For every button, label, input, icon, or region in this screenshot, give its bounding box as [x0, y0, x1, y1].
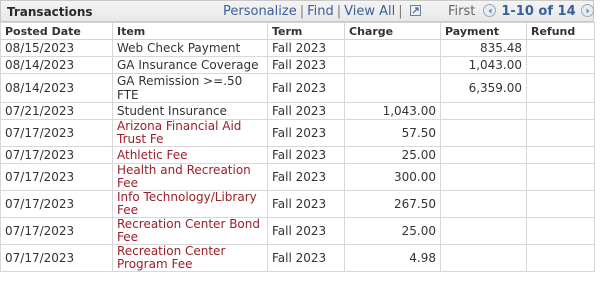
- payment-cell: [440, 163, 527, 191]
- item-link[interactable]: Recreation Center Program Fee: [112, 244, 268, 272]
- payment-cell: [440, 146, 527, 164]
- term-cell: Fall 2023: [267, 190, 345, 218]
- table-row: 08/14/2023 GA Insurance Coverage Fall 20…: [0, 56, 595, 74]
- first-link[interactable]: First: [448, 4, 475, 19]
- posted-date-cell: 08/14/2023: [0, 56, 113, 74]
- posted-date-cell: 08/14/2023: [0, 73, 113, 103]
- charge-cell: 267.50: [344, 190, 441, 218]
- posted-date-cell: 07/17/2023: [0, 146, 113, 164]
- table-row: 07/17/2023 Info Technology/Library Fee F…: [0, 190, 595, 218]
- term-cell: Fall 2023: [267, 217, 345, 245]
- item-cell: GA Remission >=.50 FTE: [112, 73, 268, 103]
- charge-cell: 4.98: [344, 244, 441, 272]
- payment-cell: [440, 119, 527, 147]
- refund-cell: [526, 119, 595, 147]
- payment-cell: 835.48: [440, 39, 527, 57]
- find-link[interactable]: Find: [307, 4, 334, 19]
- grid-toolbar-links: Personalize | Find | View All |: [223, 4, 421, 19]
- charge-cell: 57.50: [344, 119, 441, 147]
- column-header-posted-date[interactable]: Posted Date: [0, 22, 113, 40]
- item-link[interactable]: Recreation Center Bond Fee: [112, 217, 268, 245]
- term-cell: Fall 2023: [267, 163, 345, 191]
- grid-header-bar: Transactions Personalize | Find | View All | …: [0, 0, 594, 22]
- payment-cell: 1,043.00: [440, 56, 527, 74]
- refund-cell: [526, 190, 595, 218]
- table-row: 07/17/2023 Arizona Financial Aid Trust F…: [0, 119, 595, 147]
- term-cell: Fall 2023: [267, 244, 345, 272]
- posted-date-cell: 07/17/2023: [0, 190, 113, 218]
- item-cell: Web Check Payment: [112, 39, 268, 57]
- payment-cell: 6,359.00: [440, 73, 527, 103]
- charge-cell: [344, 73, 441, 103]
- term-cell: Fall 2023: [267, 119, 345, 147]
- refund-cell: [526, 244, 595, 272]
- table-row: 07/21/2023 Student Insurance Fall 2023 1…: [0, 102, 595, 120]
- table-row: 08/15/2023 Web Check Payment Fall 2023 8…: [0, 39, 595, 57]
- charge-cell: 300.00: [344, 163, 441, 191]
- posted-date-cell: 07/17/2023: [0, 119, 113, 147]
- posted-date-cell: 07/17/2023: [0, 163, 113, 191]
- term-cell: Fall 2023: [267, 39, 345, 57]
- payment-cell: [440, 217, 527, 245]
- payment-cell: [440, 102, 527, 120]
- column-header-refund[interactable]: Refund: [526, 22, 595, 40]
- previous-arrow-icon[interactable]: [483, 4, 497, 17]
- personalize-link[interactable]: Personalize: [223, 4, 297, 19]
- charge-cell: 25.00: [344, 217, 441, 245]
- grid-title: Transactions: [7, 5, 93, 19]
- term-cell: Fall 2023: [267, 73, 345, 103]
- refund-cell: [526, 217, 595, 245]
- row-range: 1-10 of 14: [501, 4, 576, 19]
- payment-cell: [440, 244, 527, 272]
- term-cell: Fall 2023: [267, 102, 345, 120]
- charge-cell: 25.00: [344, 146, 441, 164]
- refund-cell: [526, 56, 595, 74]
- item-link[interactable]: Health and Recreation Fee: [112, 163, 268, 191]
- column-header-charge[interactable]: Charge: [344, 22, 441, 40]
- popout-icon[interactable]: [409, 5, 421, 16]
- link-separator: |: [398, 4, 403, 19]
- charge-cell: [344, 39, 441, 57]
- refund-cell: [526, 73, 595, 103]
- posted-date-cell: 07/17/2023: [0, 217, 113, 245]
- table-row: 07/17/2023 Recreation Center Program Fee…: [0, 244, 595, 272]
- column-header-payment[interactable]: Payment: [440, 22, 527, 40]
- refund-cell: [526, 39, 595, 57]
- grid-navigation: First 1-10 of 14: [448, 4, 594, 19]
- table-row: 07/17/2023 Recreation Center Bond Fee Fa…: [0, 217, 595, 245]
- charge-cell: 1,043.00: [344, 102, 441, 120]
- posted-date-cell: 08/15/2023: [0, 39, 113, 57]
- charge-cell: [344, 56, 441, 74]
- view-all-link[interactable]: View All: [344, 4, 395, 19]
- transactions-table: Posted Date Item Term Charge Payment Ref…: [0, 22, 595, 272]
- payment-cell: [440, 190, 527, 218]
- term-cell: Fall 2023: [267, 56, 345, 74]
- item-link[interactable]: Arizona Financial Aid Trust Fe: [112, 119, 268, 147]
- refund-cell: [526, 163, 595, 191]
- posted-date-cell: 07/21/2023: [0, 102, 113, 120]
- posted-date-cell: 07/17/2023: [0, 244, 113, 272]
- term-cell: Fall 2023: [267, 146, 345, 164]
- table-row: 08/14/2023 GA Remission >=.50 FTE Fall 2…: [0, 73, 595, 103]
- next-arrow-icon[interactable]: [580, 4, 594, 17]
- refund-cell: [526, 146, 595, 164]
- link-separator: |: [336, 4, 342, 19]
- refund-cell: [526, 102, 595, 120]
- item-link[interactable]: Info Technology/Library Fee: [112, 190, 268, 218]
- table-row: 07/17/2023 Athletic Fee Fall 2023 25.00: [0, 146, 595, 164]
- item-cell: GA Insurance Coverage: [112, 56, 268, 74]
- table-header-row: Posted Date Item Term Charge Payment Ref…: [0, 22, 595, 40]
- column-header-term[interactable]: Term: [267, 22, 345, 40]
- table-row: 07/17/2023 Health and Recreation Fee Fal…: [0, 163, 595, 191]
- item-link[interactable]: Athletic Fee: [112, 146, 268, 164]
- column-header-item[interactable]: Item: [112, 22, 268, 40]
- item-cell: Student Insurance: [112, 102, 268, 120]
- link-separator: |: [299, 4, 305, 19]
